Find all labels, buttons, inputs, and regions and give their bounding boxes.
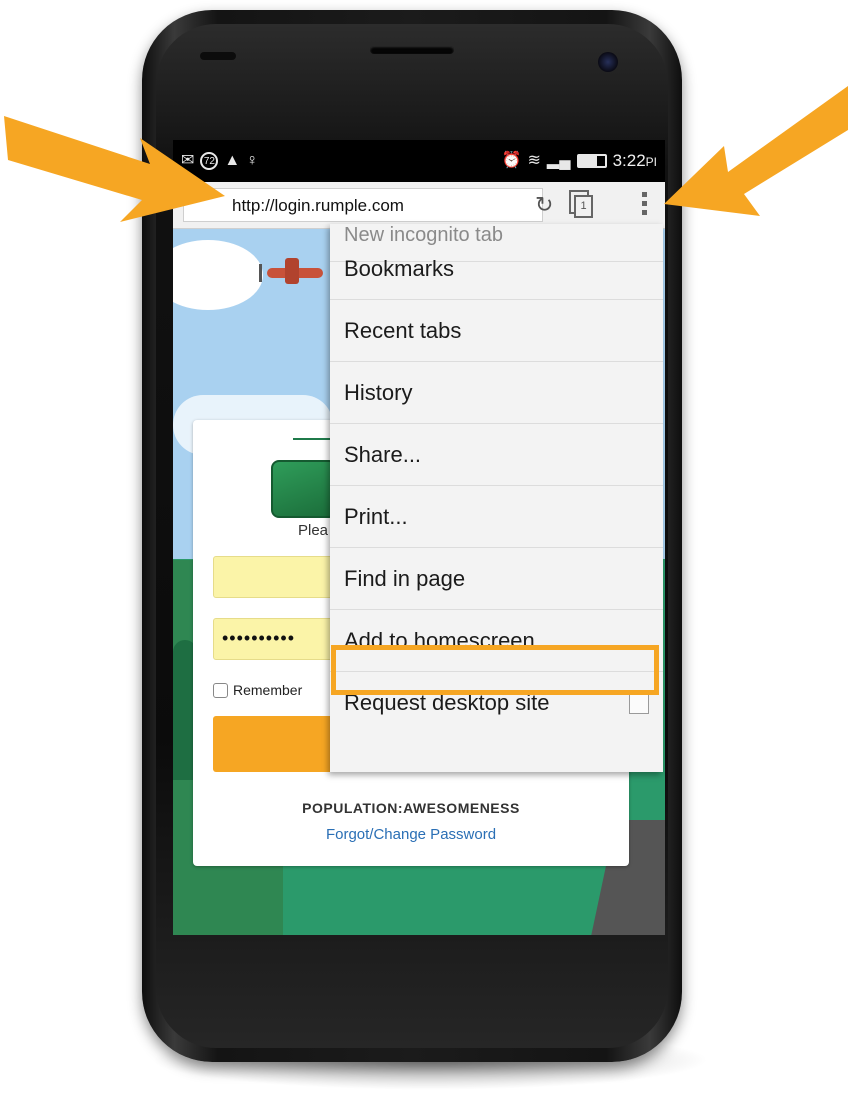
battery-icon xyxy=(576,154,607,168)
left-arrow-annotation xyxy=(4,116,225,222)
menu-item-print[interactable]: Print... xyxy=(330,486,663,548)
card-divider xyxy=(293,438,333,440)
menu-item-share[interactable]: Share... xyxy=(330,424,663,486)
remember-label: Remember xyxy=(233,682,303,698)
tagline: POPULATION:AWESOMENESS xyxy=(302,800,520,816)
reload-icon[interactable]: ↻ xyxy=(535,192,553,218)
browser-toolbar: http://login.rumple.com ↻ 1 xyxy=(173,182,665,229)
front-camera xyxy=(598,52,618,72)
highlight-box xyxy=(331,645,659,695)
status-right-icons: ⏰ ≋ ▂▄ 3:22PI xyxy=(502,151,657,171)
phone-screen: ✉ 72 ▲ ♀ ⏰ ≋ ▂▄ 3:22PI http://login.rump… xyxy=(173,140,665,935)
tab-count: 1 xyxy=(574,195,593,218)
app-logo xyxy=(271,460,337,518)
biplane-illustration xyxy=(259,258,329,284)
status-bar: ✉ 72 ▲ ♀ ⏰ ≋ ▂▄ 3:22PI xyxy=(173,140,665,182)
proximity-sensor xyxy=(200,52,236,60)
lightbulb-icon: ♀ xyxy=(246,152,259,169)
menu-item-history[interactable]: History xyxy=(330,362,663,424)
earpiece xyxy=(370,46,454,54)
request-desktop-checkbox[interactable] xyxy=(629,694,649,714)
tab-switcher-icon[interactable]: 1 xyxy=(569,190,593,218)
remember-me[interactable]: Remember xyxy=(213,682,302,698)
forgot-password-link[interactable]: Forgot/Change Password xyxy=(193,826,629,843)
menu-item-bookmarks[interactable]: Bookmarks xyxy=(330,238,663,300)
login-prompt-text: Plea xyxy=(298,522,329,539)
menu-item-find-in-page[interactable]: Find in page xyxy=(330,548,663,610)
alarm-icon: ⏰ xyxy=(501,152,522,169)
wifi-icon: ≋ xyxy=(527,152,541,169)
right-arrow-annotation xyxy=(664,86,848,216)
menu-item-recent-tabs[interactable]: Recent tabs xyxy=(330,300,663,362)
signal-icon: ▂▄ xyxy=(546,152,571,169)
remember-checkbox[interactable] xyxy=(213,682,228,698)
